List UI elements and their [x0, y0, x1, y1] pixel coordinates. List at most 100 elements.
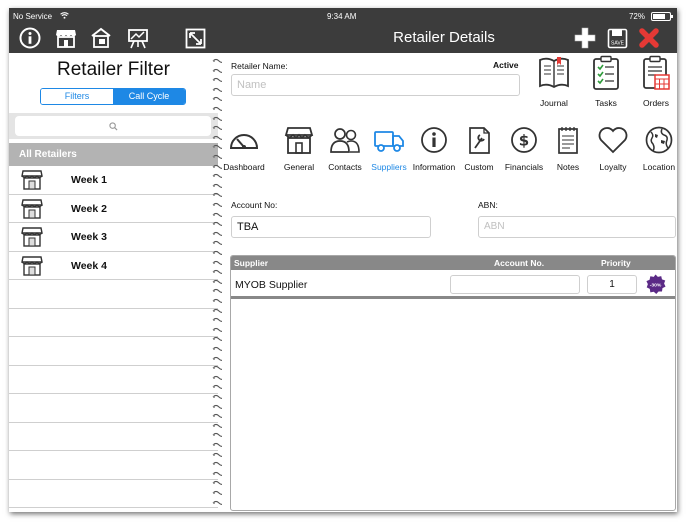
tab-label: Contacts	[328, 162, 362, 172]
store-week-icon	[21, 198, 43, 219]
tab-general[interactable]: General	[274, 126, 324, 172]
close-button[interactable]	[637, 26, 661, 50]
save-floppy-icon: SAVE	[607, 28, 627, 48]
gauge-icon	[229, 134, 259, 149]
tab-dashboard[interactable]: Dashboard	[219, 126, 269, 172]
list-item-week-4[interactable]: Week 4	[9, 252, 218, 280]
retailer-name-input[interactable]: Name	[231, 74, 520, 96]
store-calendar-icon	[91, 27, 111, 48]
storefront-icon	[56, 30, 76, 48]
list-item-week-2[interactable]: Week 2	[9, 195, 218, 223]
battery-icon	[651, 12, 673, 21]
journal-label: Journal	[540, 98, 568, 108]
tab-custom[interactable]: Custom	[454, 126, 504, 172]
tab-label: Custom	[464, 162, 494, 172]
all-retailers-header[interactable]: All Retailers	[9, 143, 218, 166]
list-item-label: Week 4	[71, 259, 107, 272]
tab-financials[interactable]: $ Financials	[499, 126, 549, 172]
retailer-filter-panel: Retailer Filter Filters Call Cycle All R…	[9, 53, 218, 512]
empty-row	[9, 423, 218, 451]
empty-row	[9, 480, 218, 508]
store-calendar-button[interactable]	[89, 26, 113, 50]
table-header: Supplier Account No. Priority	[231, 256, 675, 270]
empty-row	[9, 337, 218, 366]
list-item-label: Week 2	[71, 202, 107, 215]
globe-icon	[645, 126, 673, 154]
tab-notes[interactable]: Notes	[543, 126, 593, 172]
wrench-document-icon	[469, 127, 490, 154]
call-cycle-list: Week 1 Week 2 Week 3 Week 4	[9, 166, 218, 512]
truck-icon	[374, 131, 404, 152]
column-header-supplier: Supplier	[234, 258, 269, 268]
supplier-account-input[interactable]	[450, 275, 580, 294]
tasks-icon	[593, 55, 619, 90]
storefront-icon	[284, 127, 314, 154]
tab-information[interactable]: Information	[409, 126, 459, 172]
people-icon	[330, 128, 360, 153]
list-item-week-3[interactable]: Week 3	[9, 223, 218, 252]
tab-contacts[interactable]: Contacts	[320, 126, 370, 172]
carrier-text: No Service	[13, 12, 53, 21]
svg-text:$: $	[519, 132, 529, 150]
abn-input[interactable]: ABN	[478, 216, 676, 238]
tab-label: Suppliers	[371, 162, 407, 172]
list-item-label: Week 1	[71, 174, 107, 186]
presentation-button[interactable]	[126, 26, 150, 50]
store-button[interactable]	[54, 26, 78, 50]
column-header-priority: Priority	[601, 258, 631, 268]
tab-label: General	[283, 162, 315, 172]
detail-tabs: Dashboard General Contacts Suppliers Inf…	[219, 126, 677, 172]
tab-suppliers[interactable]: Suppliers	[364, 126, 414, 172]
segment-call-cycle[interactable]: Call Cycle	[113, 89, 185, 104]
clock-text: 9:34 AM	[327, 12, 357, 21]
dollar-icon: $	[511, 127, 537, 153]
plus-icon	[574, 27, 596, 49]
tab-label: Location	[642, 162, 676, 172]
expand-button[interactable]	[183, 26, 207, 50]
info-button[interactable]	[18, 26, 42, 50]
tab-location[interactable]: Location	[634, 126, 677, 172]
orders-icon	[643, 55, 670, 90]
expand-icon	[185, 28, 205, 48]
journal-icon	[539, 57, 569, 89]
store-week-icon	[21, 255, 43, 276]
empty-row	[9, 451, 218, 480]
discount-badge-icon[interactable]: -30%	[645, 274, 666, 295]
heart-icon	[598, 127, 628, 154]
empty-row	[9, 280, 218, 309]
filter-panel-title: Retailer Filter	[57, 59, 170, 80]
tab-loyalty[interactable]: Loyalty	[588, 126, 638, 172]
empty-row	[9, 366, 218, 394]
list-item-week-1[interactable]: Week 1	[9, 166, 218, 195]
orders-label: Orders	[643, 98, 669, 108]
filter-segmented-control: Filters Call Cycle	[40, 88, 186, 105]
priority-input[interactable]: 1	[587, 275, 637, 294]
account-number-input[interactable]: TBA	[231, 216, 431, 238]
store-week-icon	[21, 170, 43, 190]
tab-label: Loyalty	[599, 162, 627, 172]
empty-row	[9, 394, 218, 423]
status-badge: Active	[493, 60, 519, 70]
tab-label: Notes	[556, 162, 580, 172]
top-bar: No Service 9:34 AM 72% Retailer Details …	[9, 8, 677, 53]
info-circle-icon	[19, 27, 41, 49]
empty-row	[9, 309, 218, 337]
tasks-button[interactable]: Tasks	[586, 55, 626, 108]
info-icon	[421, 127, 447, 153]
tab-label: Dashboard	[223, 162, 265, 172]
journal-button[interactable]: Journal	[534, 55, 574, 108]
save-button[interactable]: SAVE	[605, 26, 629, 50]
search-input[interactable]	[15, 116, 211, 136]
abn-label: ABN:	[478, 200, 498, 210]
retailer-name-label: Retailer Name:	[231, 61, 288, 71]
store-week-icon	[21, 227, 43, 247]
table-row[interactable]: MYOB Supplier 1 -30%	[231, 270, 675, 299]
add-button[interactable]	[573, 26, 597, 50]
svg-text:SAVE: SAVE	[611, 40, 625, 46]
column-header-account-no: Account No.	[494, 258, 545, 268]
tab-label: Financials	[504, 162, 544, 172]
presentation-board-icon	[128, 29, 148, 49]
orders-button[interactable]: Orders	[636, 55, 676, 108]
tasks-label: Tasks	[595, 98, 617, 108]
segment-filters[interactable]: Filters	[41, 89, 113, 104]
